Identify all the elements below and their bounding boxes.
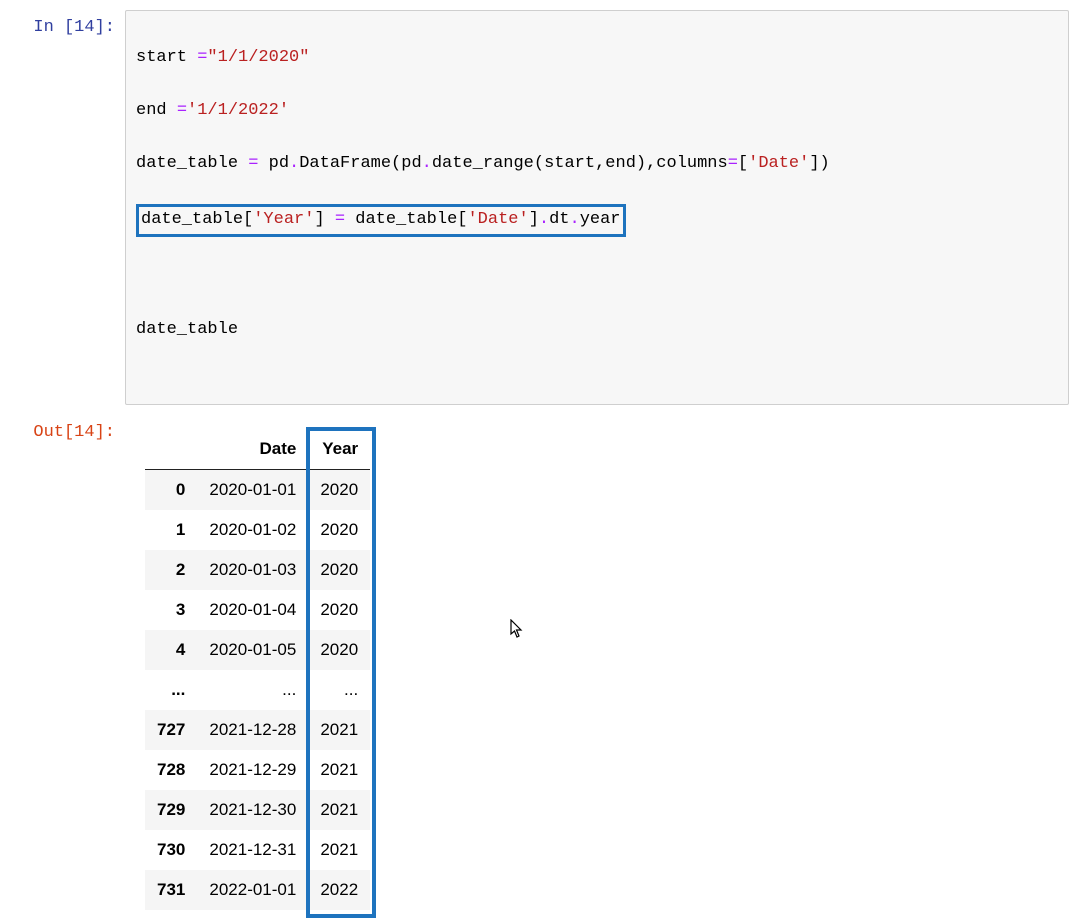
cell-date: 2020-01-01 [197,469,308,510]
cell-year: 2020 [308,510,370,550]
table-row: 22020-01-032020 [145,550,370,590]
table-row: 7272021-12-282021 [145,710,370,750]
dataframe-wrap: Date Year 02020-01-01202012020-01-022020… [125,421,370,910]
row-index: 1 [145,510,197,550]
index-header [145,429,197,470]
code-line-2: end ='1/1/2022' [136,98,1058,124]
code-line-3: date_table = pd.DataFrame(pd.date_range(… [136,151,1058,177]
table-row: ......... [145,670,370,710]
code-line-5-blank [136,264,1058,290]
code-line-6: date_table [136,317,1058,343]
cell-year: 2020 [308,469,370,510]
dataframe-table: Date Year 02020-01-01202012020-01-022020… [145,429,370,910]
table-row: 42020-01-052020 [145,630,370,670]
header-row: Date Year [145,429,370,470]
col-header-year: Year [308,429,370,470]
row-index: 730 [145,830,197,870]
table-row: 02020-01-012020 [145,469,370,510]
cell-date: 2022-01-01 [197,870,308,910]
input-prompt: In [14]: [10,10,125,37]
row-index: 2 [145,550,197,590]
row-index: 727 [145,710,197,750]
row-index: 728 [145,750,197,790]
row-index: 0 [145,469,197,510]
output-area: Date Year 02020-01-01202012020-01-022020… [125,415,1069,915]
cell-date: 2021-12-28 [197,710,308,750]
row-index: 4 [145,630,197,670]
row-index: ... [145,670,197,710]
table-row: 7282021-12-292021 [145,750,370,790]
row-index: 729 [145,790,197,830]
cell-date: 2021-12-30 [197,790,308,830]
col-header-date: Date [197,429,308,470]
cell-year: 2022 [308,870,370,910]
cell-date: ... [197,670,308,710]
cell-year: 2021 [308,830,370,870]
code-line-4-highlight: date_table['Year'] = date_table['Date'].… [136,203,1058,237]
table-row: 12020-01-022020 [145,510,370,550]
table-row: 7312022-01-012022 [145,870,370,910]
table-row: 7292021-12-302021 [145,790,370,830]
code-editor[interactable]: start ="1/1/2020" end ='1/1/2022' date_t… [125,10,1069,405]
cell-year: 2020 [308,550,370,590]
cell-year: 2021 [308,710,370,750]
cursor-icon [510,619,526,644]
cell-date: 2020-01-04 [197,590,308,630]
cell-date: 2021-12-31 [197,830,308,870]
cell-year: 2020 [308,630,370,670]
cell-year: ... [308,670,370,710]
input-cell: In [14]: start ="1/1/2020" end ='1/1/202… [10,10,1069,405]
cell-date: 2020-01-02 [197,510,308,550]
cell-year: 2020 [308,590,370,630]
output-cell: Out[14]: Date Year 02020-01-01202012020-… [10,415,1069,915]
cell-date: 2020-01-05 [197,630,308,670]
row-index: 731 [145,870,197,910]
cell-year: 2021 [308,750,370,790]
cell-date: 2021-12-29 [197,750,308,790]
table-row: 32020-01-042020 [145,590,370,630]
output-prompt: Out[14]: [10,415,125,442]
table-row: 7302021-12-312021 [145,830,370,870]
code-line-1: start ="1/1/2020" [136,45,1058,71]
cell-year: 2021 [308,790,370,830]
cell-date: 2020-01-03 [197,550,308,590]
row-index: 3 [145,590,197,630]
